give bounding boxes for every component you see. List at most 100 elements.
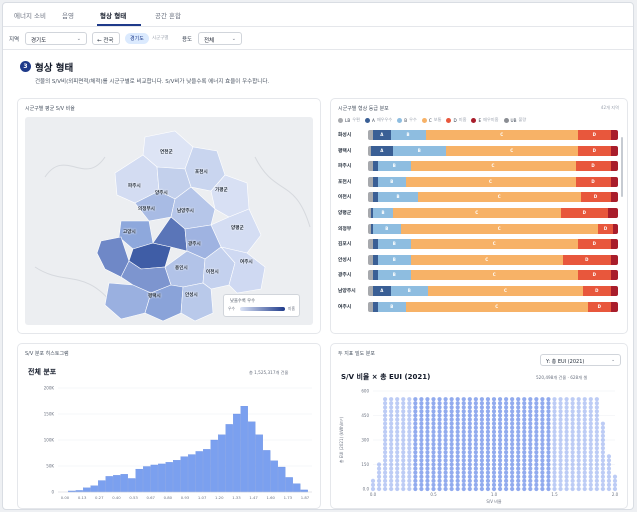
histogram-bar[interactable]	[128, 478, 136, 493]
grade-row[interactable]: 이천시 B C D	[338, 190, 621, 204]
density-point	[528, 446, 533, 451]
histogram-bar[interactable]	[263, 450, 271, 493]
density-point	[443, 458, 448, 463]
tab-mixed-use[interactable]: 공간 혼합	[155, 10, 181, 20]
density-point	[558, 417, 563, 422]
density-point	[516, 405, 521, 410]
grade-row[interactable]: 양평군 B C D	[338, 206, 621, 220]
histogram-bar[interactable]	[233, 413, 241, 493]
grade-row[interactable]: 포천시 B C D	[338, 175, 621, 189]
density-point	[600, 458, 605, 463]
histogram-bar[interactable]	[195, 451, 203, 493]
region-select[interactable]: 경기도 ⌄	[25, 32, 87, 45]
density-point	[473, 437, 478, 443]
density-point	[431, 413, 436, 418]
histogram-bar[interactable]	[158, 463, 166, 493]
histogram-bar[interactable]	[218, 434, 226, 493]
density-point	[443, 454, 448, 459]
histogram-bar[interactable]	[248, 421, 256, 493]
density-point	[558, 437, 563, 443]
histogram-bar[interactable]	[120, 474, 128, 493]
density-point	[461, 405, 466, 410]
histogram-bar[interactable]	[300, 489, 308, 493]
density-point	[546, 401, 551, 406]
map-legend: 낮을수록 우수 우수 미흡	[223, 294, 300, 317]
histogram-bar[interactable]	[255, 434, 263, 493]
density-point	[413, 466, 418, 471]
histogram-bar[interactable]	[135, 468, 143, 493]
back-to-national-button[interactable]: ← 전국	[92, 32, 120, 45]
grade-row[interactable]: 여주시 B C D	[338, 300, 621, 314]
x-tick-label: 1.07	[198, 495, 207, 500]
histogram-bar[interactable]	[143, 466, 151, 493]
density-point	[582, 458, 587, 463]
usage-select[interactable]: 전체 ⌄	[198, 32, 242, 45]
histogram-bar[interactable]	[150, 464, 158, 493]
density-point	[491, 401, 497, 406]
scrollbar-thumb[interactable]	[621, 137, 623, 197]
density-point	[491, 413, 497, 418]
choropleth-map[interactable]: 연천군 포천시 파주시 양주시 가평군 의정부시 남양주시 고양시 양평군 광주…	[25, 117, 313, 325]
city-label: 용인시	[175, 266, 188, 271]
y-axis-select[interactable]: Y: 총 EUI (2021) ⌄	[540, 354, 621, 366]
histogram-bar[interactable]	[285, 477, 293, 493]
histogram-bar[interactable]	[105, 476, 113, 493]
histogram-bar[interactable]	[225, 424, 233, 493]
density-point	[497, 466, 503, 471]
density-point	[570, 478, 575, 483]
density-point	[582, 409, 587, 414]
histogram-bar[interactable]	[278, 466, 286, 493]
density-point	[594, 470, 599, 475]
grade-row[interactable]: 남양주시 A B C D	[338, 284, 621, 298]
grade-row[interactable]: 화성시 A B C D	[338, 128, 621, 142]
histogram-bar[interactable]	[173, 460, 181, 493]
histogram-bar[interactable]	[90, 485, 98, 493]
histogram-bar[interactable]	[165, 462, 173, 493]
density-point	[383, 482, 388, 488]
density-point	[395, 409, 400, 414]
density-point	[576, 478, 581, 483]
tab-shading[interactable]: 음영	[62, 10, 74, 20]
histogram-bar[interactable]	[83, 487, 91, 493]
density-point	[564, 405, 569, 410]
grade-row[interactable]: 안성시 B C D	[338, 253, 621, 267]
histogram-bar[interactable]	[203, 449, 211, 493]
density-point	[467, 466, 472, 471]
grade-row[interactable]: 광주시 B C D	[338, 268, 621, 282]
density-point	[497, 425, 503, 430]
histogram-bar[interactable]	[98, 480, 106, 493]
histogram-bar[interactable]	[210, 439, 218, 493]
density-point	[540, 437, 545, 443]
histogram-bar[interactable]	[180, 456, 188, 493]
density-point	[467, 441, 472, 447]
density-point	[485, 405, 491, 410]
density-point	[491, 458, 497, 463]
density-point	[413, 409, 418, 414]
sv-map-card: 시군구별 평균 S/V 비율 연천군 포천시 파주시 양주시 가평군 의정부시 …	[17, 98, 321, 334]
density-point	[582, 421, 587, 426]
density-point	[407, 437, 412, 443]
density-point	[491, 454, 497, 459]
tab-shape[interactable]: 형상 형태	[100, 10, 126, 20]
region-anseong[interactable]	[180, 282, 214, 322]
histogram-bar[interactable]	[270, 460, 278, 493]
density-point	[564, 409, 569, 414]
density-point	[576, 397, 581, 402]
density-point	[528, 437, 533, 443]
grade-row[interactable]: 의정부 B C D	[338, 222, 621, 236]
density-point	[600, 450, 605, 455]
density-point	[534, 474, 539, 479]
histogram-bar[interactable]	[293, 483, 301, 493]
city-label: 연천군	[160, 150, 173, 155]
density-point	[419, 413, 424, 418]
grade-row[interactable]: 김포시 B C D	[338, 237, 621, 251]
density-point	[588, 466, 593, 471]
histogram-bar[interactable]	[113, 475, 121, 493]
density-point	[431, 462, 436, 467]
tab-energy[interactable]: 에너지 소비	[14, 10, 46, 20]
histogram-bar[interactable]	[188, 454, 196, 493]
grade-row[interactable]: 평택시 A B C D	[338, 144, 621, 158]
histogram-bar[interactable]	[240, 406, 248, 493]
grade-row[interactable]: 파주시 B C D	[338, 159, 621, 173]
density-point	[383, 486, 388, 492]
